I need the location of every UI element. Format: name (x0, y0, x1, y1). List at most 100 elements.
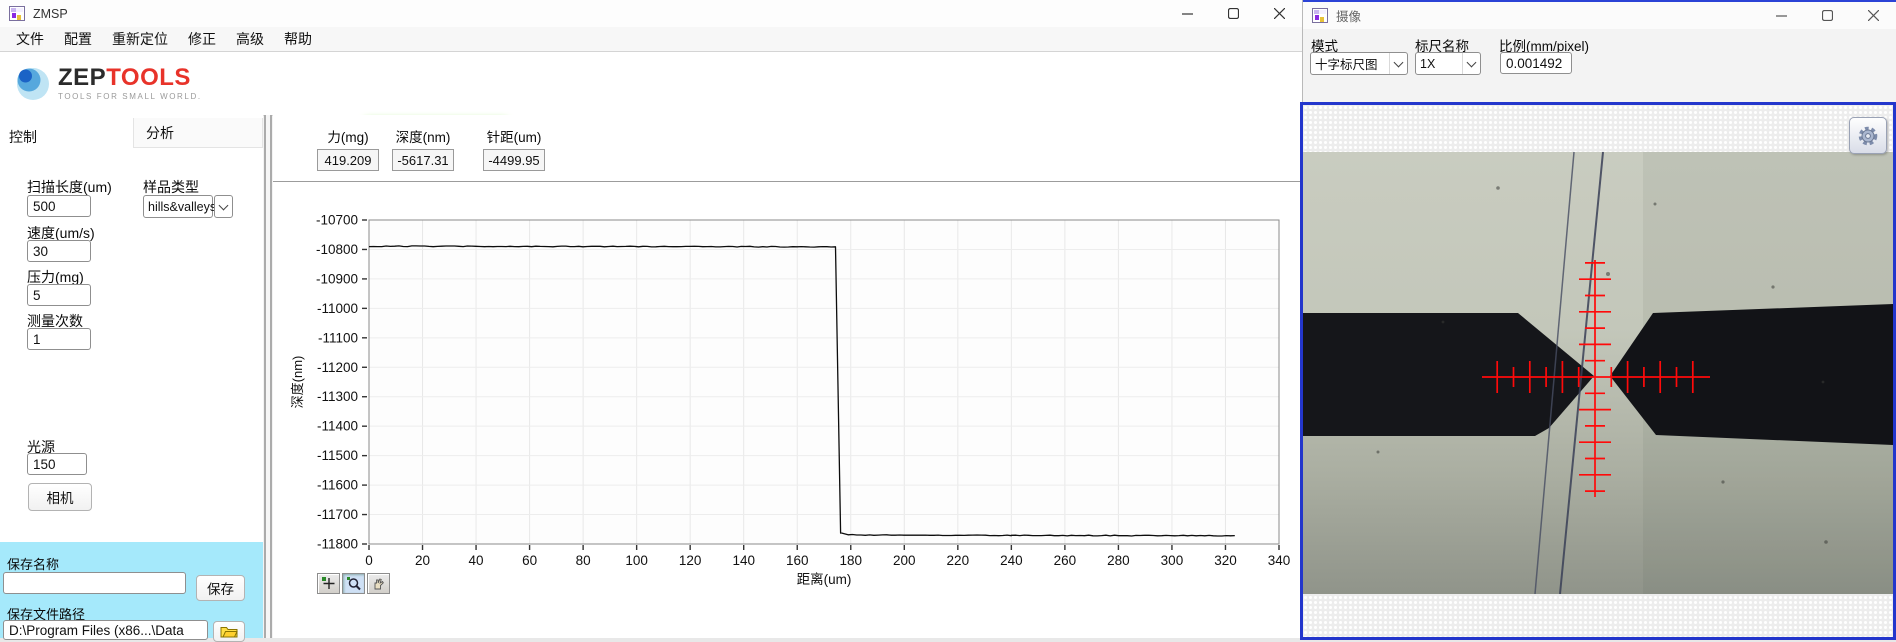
left-probe-silhouette (1303, 313, 1594, 436)
zeptools-logo: ZEPTOOLS TOOLS FOR SMALL WORLD. (14, 64, 202, 102)
svg-text:深度(nm): 深度(nm) (290, 356, 305, 409)
scan-length-input[interactable] (27, 195, 91, 217)
zmsp-window: ZMSP 文件 配置 重新定位 修正 高级 帮助 ZEPTOOLS TOOLS … (0, 0, 1303, 638)
ruler-name-value: 1X (1416, 57, 1462, 71)
sample-type-dropdown-arrow[interactable] (214, 195, 233, 218)
svg-text:240: 240 (1000, 553, 1023, 568)
camera-panel (1300, 102, 1896, 640)
camera-settings-button[interactable] (1849, 117, 1887, 154)
chevron-down-icon (1467, 57, 1477, 67)
depth-profile-chart: -10700 -10800 -10900 -11000 -11100 -11200 -113… (273, 182, 1303, 638)
camera-window: 摄像 模式 十字标尺图 标尺名称 1X 比例(mm/pixel) (1303, 0, 1896, 638)
ruler-dropdown-arrow[interactable] (1462, 53, 1480, 74)
header-bar: ZEPTOOLS TOOLS FOR SMALL WORLD. 扫描 准备 停止 (0, 52, 1302, 116)
measure-count-input[interactable] (27, 328, 91, 350)
menu-correction[interactable]: 修正 (178, 29, 226, 49)
scale-input[interactable] (1500, 52, 1572, 74)
menu-help[interactable]: 帮助 (274, 29, 322, 49)
sample-type-value: hills&valleys (144, 200, 216, 214)
svg-text:-11100: -11100 (318, 330, 358, 345)
svg-text:100: 100 (625, 553, 648, 568)
tab-analysis[interactable]: 分析 (133, 118, 263, 148)
speed-input[interactable] (27, 240, 91, 262)
svg-text:-11000: -11000 (317, 301, 358, 316)
pan-tool-button[interactable] (367, 573, 390, 594)
force-readout: 力(mg) 419.209 (317, 126, 379, 171)
separator (273, 181, 1303, 182)
cursor-tool-button[interactable] (317, 573, 340, 594)
camera-app-icon (1312, 8, 1328, 23)
camera-maximize-button[interactable] (1804, 2, 1850, 29)
svg-text:220: 220 (947, 553, 970, 568)
crosshair-cursor-icon (321, 576, 336, 591)
svg-text:-11200: -11200 (317, 360, 358, 375)
tab-control[interactable]: 控制 (9, 127, 37, 147)
sample-type-dropdown[interactable]: hills&valleys (143, 195, 213, 218)
camera-live-image (1303, 152, 1893, 594)
svg-text:140: 140 (732, 553, 755, 568)
camera-window-title: 摄像 (1336, 6, 1361, 25)
save-name-label: 保存名称 (7, 554, 59, 573)
menu-config[interactable]: 配置 (54, 29, 102, 49)
svg-text:-10800: -10800 (316, 242, 358, 257)
zoom-tool-button[interactable] (342, 573, 365, 594)
close-button[interactable] (1256, 0, 1302, 27)
svg-text:-11700: -11700 (317, 507, 358, 522)
save-name-input[interactable] (3, 572, 186, 594)
hand-icon (371, 576, 386, 591)
measurement-area: 力(mg) 419.209 深度(nm) -5617.31 针距(um) -44… (273, 115, 1303, 638)
window-title: ZMSP (33, 7, 68, 21)
depth-value: -5617.31 (392, 149, 454, 171)
panel-splitter[interactable] (264, 115, 272, 638)
svg-text:280: 280 (1107, 553, 1130, 568)
svg-text:-11600: -11600 (317, 478, 358, 493)
camera-button[interactable]: 相机 (28, 483, 92, 511)
light-source-input[interactable] (27, 453, 87, 475)
zeptools-logo-icon (14, 64, 50, 102)
svg-text:-11800: -11800 (317, 537, 358, 552)
maximize-button[interactable] (1210, 0, 1256, 27)
svg-text:-10900: -10900 (316, 271, 358, 286)
app-icon (9, 6, 25, 21)
svg-text:120: 120 (679, 553, 702, 568)
fiber-edge-line (1560, 152, 1603, 594)
sample-type-label: 样品类型 (143, 177, 199, 197)
svg-text:20: 20 (415, 553, 430, 568)
svg-text:40: 40 (469, 553, 484, 568)
pressure-input[interactable] (27, 284, 91, 306)
svg-text:0: 0 (365, 553, 373, 568)
svg-text:-11300: -11300 (317, 389, 358, 404)
depth-label: 深度(nm) (392, 126, 454, 146)
menubar: 文件 配置 重新定位 修正 高级 帮助 (0, 27, 1302, 52)
svg-text:300: 300 (1161, 553, 1184, 568)
crosshair-reticle (1482, 260, 1710, 497)
svg-text:80: 80 (576, 553, 591, 568)
svg-text:180: 180 (839, 553, 862, 568)
logo-text: ZEPTOOLS (58, 66, 202, 90)
logo-subtitle: TOOLS FOR SMALL WORLD. (58, 93, 202, 101)
menu-file[interactable]: 文件 (6, 29, 54, 49)
zmsp-titlebar: ZMSP (0, 0, 1302, 27)
control-panel: 控制 分析 扫描长度(um) 速度(um/s) 压力(mg) 测量次数 样品类型… (0, 115, 263, 638)
svg-text:200: 200 (893, 553, 916, 568)
force-value: 419.209 (317, 149, 379, 171)
chevron-down-icon (219, 200, 229, 210)
mode-dropdown[interactable]: 十字标尺图 (1310, 52, 1408, 75)
camera-minimize-button[interactable] (1758, 2, 1804, 29)
svg-text:-11400: -11400 (317, 419, 358, 434)
svg-text:-10700: -10700 (316, 213, 358, 228)
mode-dropdown-arrow[interactable] (1389, 53, 1407, 74)
save-path-input[interactable] (3, 620, 208, 640)
menu-reposition[interactable]: 重新定位 (102, 29, 178, 49)
ruler-name-dropdown[interactable]: 1X (1415, 52, 1481, 75)
mode-value: 十字标尺图 (1311, 54, 1389, 73)
menu-advanced[interactable]: 高级 (226, 29, 274, 49)
svg-text:距离(um): 距离(um) (797, 571, 852, 587)
folder-icon (220, 625, 238, 638)
save-button[interactable]: 保存 (196, 575, 245, 601)
browse-folder-button[interactable] (213, 621, 245, 642)
minimize-button[interactable] (1164, 0, 1210, 27)
camera-close-button[interactable] (1850, 2, 1896, 29)
graph-toolbar (317, 573, 392, 594)
needle-gap-readout: 针距(um) -4499.95 (483, 126, 545, 171)
